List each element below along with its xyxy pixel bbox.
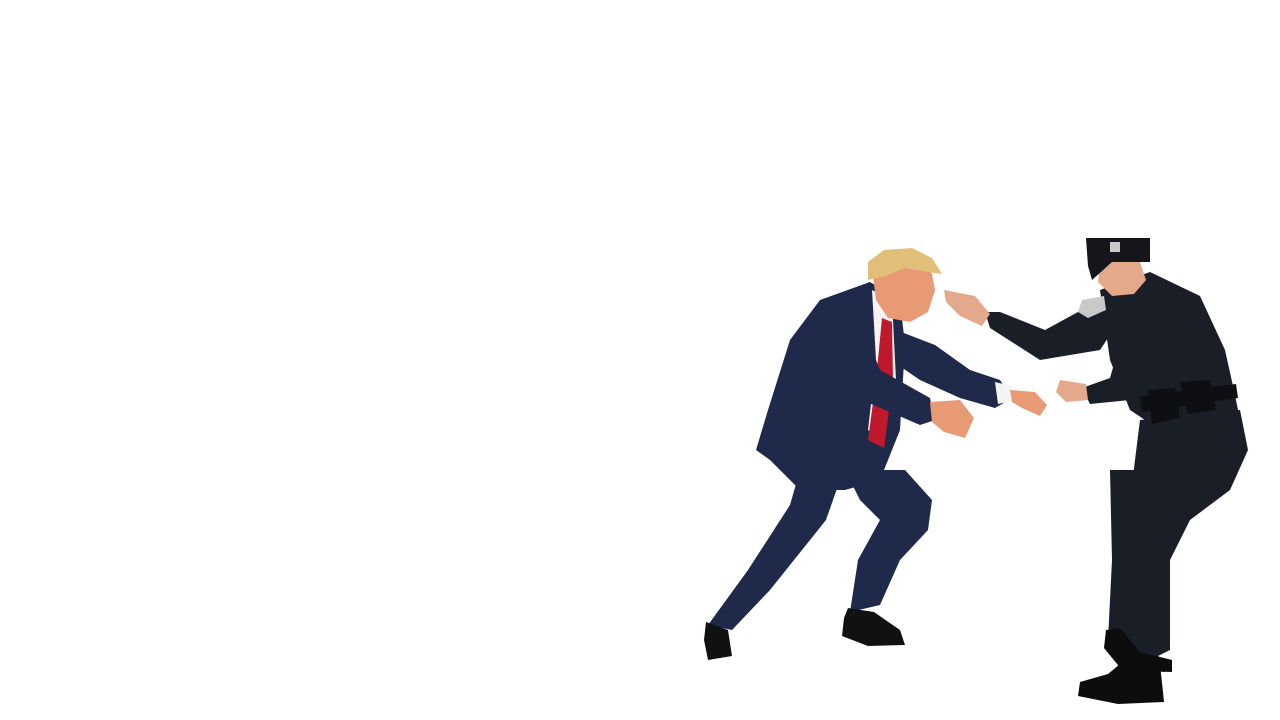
photo-scene — [704, 238, 1248, 704]
officer-raised-hand — [944, 290, 990, 326]
photo-canvas — [0, 0, 1280, 720]
officer-holster — [1148, 388, 1180, 424]
man-far-hand — [1010, 390, 1047, 416]
man-front-leg — [845, 470, 932, 612]
officer-front-shoe — [1078, 660, 1164, 704]
man-near-hand — [930, 400, 974, 438]
officer-front-leg — [1120, 410, 1248, 660]
officer-cap-badge — [1110, 242, 1120, 252]
man-front-shoe — [842, 608, 905, 646]
man-in-suit — [704, 248, 1047, 660]
police-officer — [944, 238, 1248, 704]
man-back-leg — [708, 470, 840, 630]
officer-lower-hand — [1056, 380, 1088, 402]
